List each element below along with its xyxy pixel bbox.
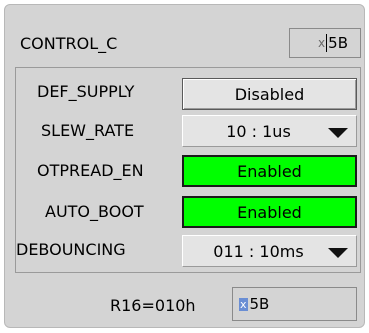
register-value-input[interactable]: x 5B	[232, 287, 357, 321]
hex-prefix: x	[318, 36, 326, 50]
hex-value-input[interactable]: x 5B	[289, 28, 361, 58]
def-supply-label: DEF_SUPPLY	[37, 82, 135, 101]
chevron-down-icon	[328, 248, 348, 258]
debouncing-select[interactable]: 011 : 10ms	[182, 235, 357, 267]
slew-rate-select[interactable]: 10 : 1us	[182, 115, 357, 147]
panel-title: CONTROL_C	[20, 34, 118, 53]
hex-value: 5B	[326, 34, 348, 52]
chevron-down-icon	[328, 128, 348, 138]
register-label: R16=010h	[110, 296, 196, 315]
register-value: 5B	[249, 295, 270, 313]
slew-rate-label: SLEW_RATE	[41, 121, 135, 140]
auto-boot-button[interactable]: Enabled	[182, 196, 357, 228]
auto-boot-label: AUTO_BOOT	[45, 202, 144, 221]
def-supply-button[interactable]: Disabled	[182, 78, 357, 110]
debouncing-label: DEBOUNCING	[16, 240, 126, 259]
register-prefix: x	[239, 297, 248, 311]
otpread-en-label: OTPREAD_EN	[37, 161, 144, 180]
otpread-en-button[interactable]: Enabled	[182, 155, 357, 187]
